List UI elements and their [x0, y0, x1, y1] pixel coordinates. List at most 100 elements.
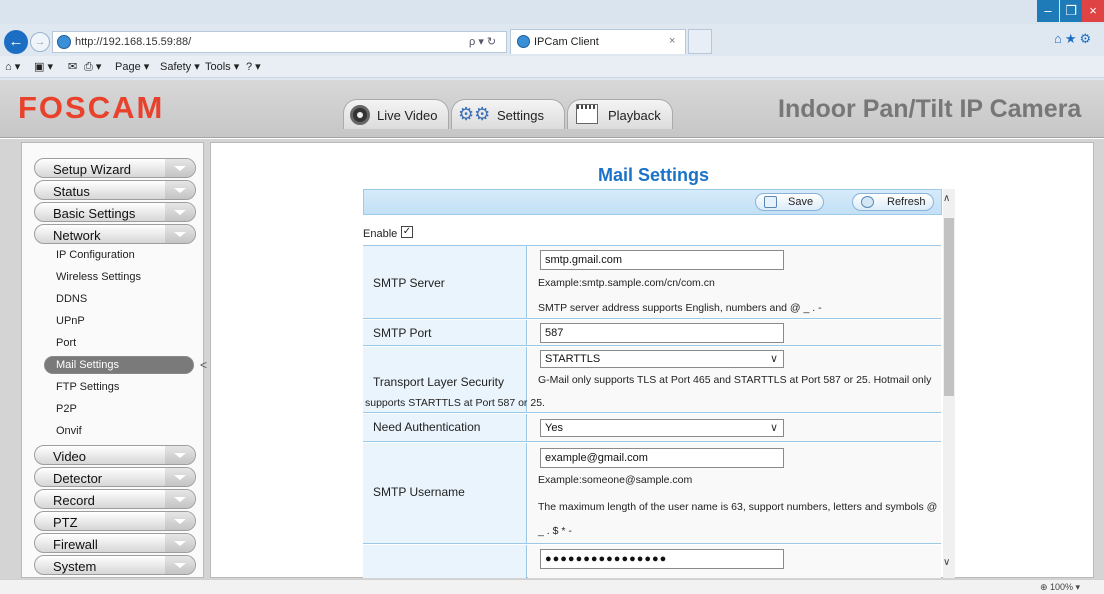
page-header: FOSCAM Live Video ⚙⚙ Settings Playback I… — [0, 80, 1104, 138]
need-auth-select-value: Yes — [545, 422, 563, 434]
menu-record[interactable]: Record — [34, 489, 196, 509]
home-icon[interactable]: ⌂ ▾ — [5, 60, 20, 73]
main-panel: Mail Settings Save Refresh Enable ✓ SMTP… — [210, 142, 1094, 578]
chevron-down-icon — [165, 446, 195, 464]
smtp-username-example: Example:someone@sample.com — [538, 474, 693, 486]
smtp-username-note-line1: The maximum length of the user name is 6… — [538, 501, 938, 513]
smtp-username-label: SMTP Username — [373, 485, 465, 499]
row-smtp-password: ●●●●●●●●●●●●●●●● — [363, 545, 941, 578]
row-smtp-username: SMTP Username example@gmail.com Example:… — [363, 443, 941, 544]
menu-setup-wizard[interactable]: Setup Wizard — [34, 158, 196, 178]
menu-label: Status — [53, 184, 90, 199]
smtp-server-note: SMTP server address supports English, nu… — [538, 302, 822, 314]
row-label: SMTP Port — [363, 320, 527, 345]
need-auth-select[interactable]: Yes ∨ — [540, 419, 784, 437]
sidebar-item-onvif[interactable]: Onvif — [56, 425, 82, 437]
sidebar-item-ip-configuration[interactable]: IP Configuration — [56, 249, 135, 261]
close-icon[interactable]: × — [1082, 0, 1104, 22]
chevron-down-icon — [165, 556, 195, 574]
tab-settings[interactable]: ⚙⚙ Settings — [451, 99, 565, 129]
feeds-icon[interactable]: ▣ ▾ — [34, 60, 53, 73]
tab-close-icon[interactable]: × — [669, 35, 675, 47]
menu-label: System — [53, 559, 97, 574]
row-transport-layer-security: Transport Layer Security STARTTLS ∨ G-Mai… — [363, 347, 941, 413]
menu-label: Record — [53, 493, 95, 508]
menu-detector[interactable]: Detector — [34, 467, 196, 487]
smtp-port-label: SMTP Port — [373, 326, 432, 340]
menu-network[interactable]: Network — [34, 224, 196, 244]
smtp-server-input[interactable]: smtp.gmail.com — [540, 250, 784, 270]
zoom-level[interactable]: ⊕ 100% ▾ — [1040, 582, 1080, 593]
maximize-icon[interactable]: ❐ — [1060, 0, 1082, 22]
row-value: smtp.gmail.com Example:smtp.sample.com/c… — [528, 246, 941, 318]
safety-menu[interactable]: Safety ▾ — [160, 60, 200, 73]
sidebar-item-port[interactable]: Port — [56, 337, 76, 349]
print-icon[interactable]: ⎙ ▾ — [84, 60, 101, 74]
minimize-icon[interactable]: – — [1037, 0, 1059, 22]
chevron-down-icon — [165, 159, 195, 177]
refresh-button[interactable]: Refresh — [852, 193, 934, 211]
tls-label: Transport Layer Security — [373, 375, 504, 389]
help-icon[interactable]: ? ▾ — [246, 60, 261, 73]
chevron-down-icon — [165, 203, 195, 221]
row-value: STARTTLS ∨ G-Mail only supports TLS at Po… — [528, 347, 941, 412]
sidebar-item-ddns[interactable]: DDNS — [56, 293, 87, 305]
tls-select[interactable]: STARTTLS ∨ — [540, 350, 784, 368]
camera-model-title: Indoor Pan/Tilt IP Camera — [778, 95, 1082, 123]
mail-icon[interactable]: ✉ — [68, 60, 77, 73]
refresh-icon — [861, 196, 874, 208]
smtp-username-note-line2: _ . $ * - — [538, 525, 572, 537]
scrollbar-thumb[interactable] — [944, 218, 954, 396]
sidebar-item-label: Mail Settings — [56, 359, 119, 371]
gears-icon: ⚙⚙ — [458, 104, 491, 124]
menu-video[interactable]: Video — [34, 445, 196, 465]
enable-checkbox[interactable]: ✓ — [401, 226, 413, 238]
ie-tab-icon — [517, 35, 530, 48]
active-arrow-icon: < — [200, 358, 208, 372]
sidebar-item-p2p[interactable]: P2P — [56, 403, 77, 415]
home-favorites-settings-icons[interactable]: ⌂★⚙ — [1054, 31, 1094, 47]
menu-basic-settings[interactable]: Basic Settings — [34, 202, 196, 222]
menu-system[interactable]: System — [34, 555, 196, 575]
page-menu[interactable]: Page ▾ — [115, 60, 149, 73]
sidebar-item-wireless-settings[interactable]: Wireless Settings — [56, 271, 141, 283]
search-refresh-icons[interactable]: ρ ▾ ↻ — [469, 35, 496, 48]
save-button[interactable]: Save — [755, 193, 824, 211]
chevron-down-icon — [165, 225, 195, 243]
sidebar-item-mail-settings[interactable]: Mail Settings — [44, 356, 194, 374]
tab-live-video-label: Live Video — [377, 108, 438, 123]
address-bar[interactable]: http://192.168.15.59:88/ ρ ▾ ↻ — [52, 31, 507, 53]
command-bar: ⌂ ▾ ▣ ▾ ✉ ⎙ ▾ Page ▾ Safety ▾ Tools ▾ ? … — [0, 56, 1104, 78]
forward-arrow-icon[interactable]: → — [30, 32, 50, 52]
browser-tab[interactable]: IPCam Client × — [510, 29, 686, 54]
menu-firewall[interactable]: Firewall — [34, 533, 196, 553]
back-arrow-icon[interactable]: ← — [4, 30, 28, 54]
settings-sidebar: Setup Wizard Status Basic Settings Netwo… — [21, 142, 208, 578]
smtp-server-example: Example:smtp.sample.com/cn/com.cn — [538, 277, 715, 289]
smtp-server-label: SMTP Server — [373, 276, 445, 290]
sidebar-item-upnp[interactable]: UPnP — [56, 315, 85, 327]
tab-live-video[interactable]: Live Video — [343, 99, 449, 129]
address-url[interactable]: http://192.168.15.59:88/ — [75, 36, 191, 48]
smtp-password-input[interactable]: ●●●●●●●●●●●●●●●● — [540, 549, 784, 569]
menu-ptz[interactable]: PTZ — [34, 511, 196, 531]
smtp-port-input[interactable]: 587 — [540, 323, 784, 343]
row-smtp-server: SMTP Server smtp.gmail.com Example:smtp.… — [363, 245, 941, 319]
chevron-down-icon — [165, 534, 195, 552]
tab-playback[interactable]: Playback — [567, 99, 673, 129]
smtp-username-input[interactable]: example@gmail.com — [540, 448, 784, 468]
tools-menu[interactable]: Tools ▾ — [205, 60, 239, 73]
menu-label: Detector — [53, 471, 103, 486]
enable-row: Enable ✓ — [363, 226, 413, 240]
menu-label: Firewall — [53, 537, 98, 552]
tab-playback-label: Playback — [608, 108, 661, 123]
new-tab-button[interactable] — [688, 29, 712, 54]
row-need-authentication: Need Authentication Yes ∨ — [363, 414, 941, 442]
menu-status[interactable]: Status — [34, 180, 196, 200]
window-titlebar: – ❐ × — [0, 0, 1104, 24]
scroll-down-icon[interactable]: ∨ — [943, 557, 950, 568]
row-label: SMTP Server — [363, 246, 527, 318]
sidebar-item-ftp-settings[interactable]: FTP Settings — [56, 381, 119, 393]
tab-settings-label: Settings — [497, 108, 544, 123]
scroll-up-icon[interactable]: ∧ — [943, 193, 950, 204]
